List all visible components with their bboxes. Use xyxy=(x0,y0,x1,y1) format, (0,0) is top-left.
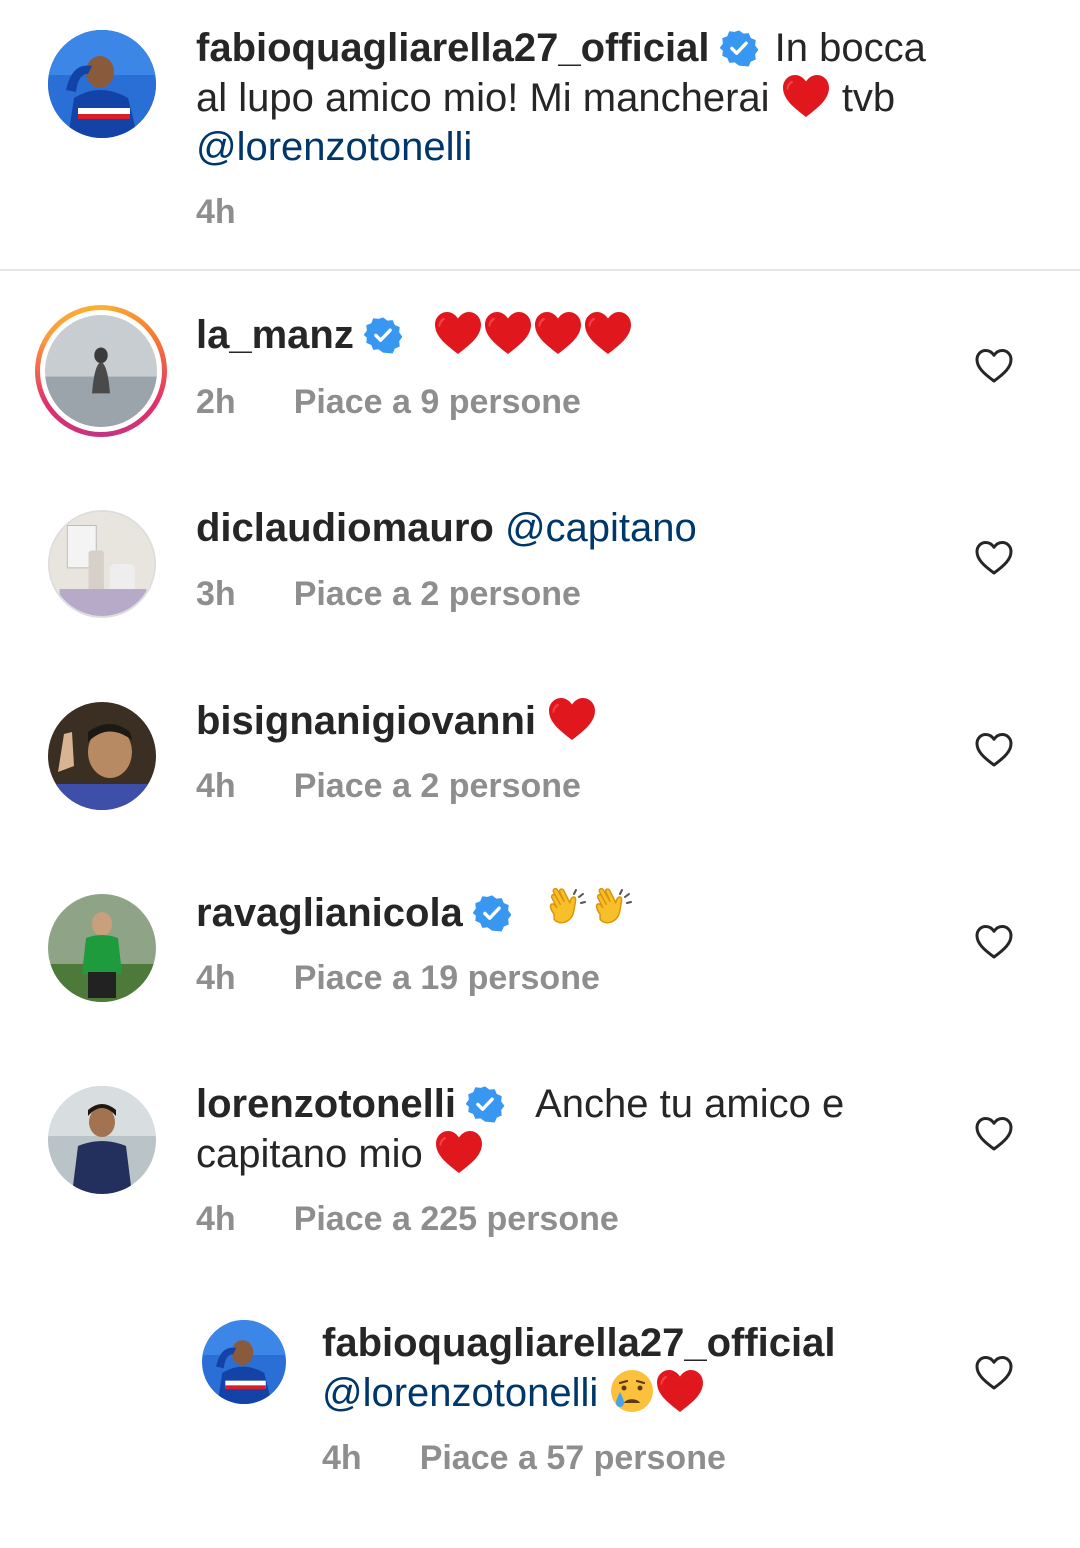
comment-likes[interactable]: Piace a 225 persone xyxy=(294,1200,619,1238)
caption-mention[interactable]: @lorenzotonelli xyxy=(196,125,472,169)
caption: fabioquagliarella27_official In bocca al… xyxy=(196,24,960,172)
comment-emoji xyxy=(544,891,636,935)
comment: la_manz xyxy=(196,310,960,360)
comment-meta: 4h Piace a 2 persone xyxy=(196,767,581,806)
comment: diclaudiomauro @capitano xyxy=(196,504,960,553)
comment-time: 4h xyxy=(196,959,236,997)
comment: bisignanigiovanni xyxy=(196,696,960,746)
heart-emoji-icon xyxy=(781,73,831,119)
heart-emoji-icon xyxy=(583,310,633,356)
comment-time: 2h xyxy=(196,383,236,421)
reply-mention[interactable]: @lorenzotonelli xyxy=(322,1371,598,1415)
crying-face-icon xyxy=(609,1368,655,1414)
comment-emoji xyxy=(433,313,633,357)
heart-emoji-icon xyxy=(655,1368,705,1414)
comment-time: 4h xyxy=(196,1200,236,1238)
caption-meta: 4h xyxy=(196,193,236,232)
comment-username[interactable]: ravaglianicola xyxy=(196,891,463,935)
comment-username[interactable]: la_manz xyxy=(196,313,354,357)
comment-mention[interactable]: @capitano xyxy=(505,506,697,550)
heart-emoji-icon xyxy=(433,310,483,356)
comment-username[interactable]: bisignanigiovanni xyxy=(196,699,536,743)
comment: ravaglianicola xyxy=(196,888,960,938)
caption-text: fabioquagliarella27_official In bocca al… xyxy=(196,24,960,172)
like-heart-icon[interactable] xyxy=(974,538,1014,578)
divider xyxy=(0,269,1080,271)
avatar-image xyxy=(48,30,156,138)
verified-icon xyxy=(473,894,511,932)
comment-username[interactable]: diclaudiomauro xyxy=(196,506,494,550)
clapping-hands-icon xyxy=(590,888,636,934)
avatar-image xyxy=(50,512,154,616)
verified-icon xyxy=(720,29,758,67)
verified-icon xyxy=(364,316,402,354)
comment-likes[interactable]: Piace a 2 persone xyxy=(294,767,581,805)
caption-body-end: tvb xyxy=(841,76,896,120)
comment-likes[interactable]: Piace a 2 persone xyxy=(294,575,581,613)
avatar-image xyxy=(202,1320,286,1404)
avatar-story-ring[interactable] xyxy=(35,305,167,437)
reply-meta: 4h Piace a 57 persone xyxy=(322,1439,726,1478)
reply-time: 4h xyxy=(322,1439,362,1477)
heart-emoji-icon xyxy=(483,310,533,356)
caption-username[interactable]: fabioquagliarella27_official xyxy=(196,26,710,70)
comment-likes[interactable]: Piace a 9 persone xyxy=(294,383,581,421)
avatar-image xyxy=(48,702,156,810)
heart-emoji-icon xyxy=(533,310,583,356)
verified-icon xyxy=(466,1085,504,1123)
reply-likes[interactable]: Piace a 57 persone xyxy=(420,1439,726,1477)
comment-time: 4h xyxy=(196,767,236,805)
reply-username[interactable]: fabioquagliarella27_official xyxy=(322,1321,836,1365)
avatar-image xyxy=(48,894,156,1002)
comment-meta: 4h Piace a 225 persone xyxy=(196,1200,619,1239)
avatar[interactable] xyxy=(48,1086,156,1194)
like-heart-icon[interactable] xyxy=(974,346,1014,386)
avatar[interactable] xyxy=(202,1320,286,1404)
comment-meta: 2h Piace a 9 persone xyxy=(196,383,581,422)
comment-body-end: capitano mio xyxy=(196,1132,423,1176)
caption-time: 4h xyxy=(196,193,236,231)
avatar-image xyxy=(45,315,157,427)
reply: fabioquagliarella27_official @lorenzoton… xyxy=(322,1319,960,1418)
comment-username[interactable]: lorenzotonelli xyxy=(196,1082,456,1126)
comment-meta: 3h Piace a 2 persone xyxy=(196,575,581,614)
avatar[interactable] xyxy=(48,30,156,138)
avatar[interactable] xyxy=(48,894,156,1002)
comment-body: Anche tu amico e xyxy=(535,1082,845,1126)
avatar[interactable] xyxy=(48,510,156,618)
like-heart-icon[interactable] xyxy=(974,1114,1014,1154)
comment: lorenzotonelli Anche tu amico e capitano… xyxy=(196,1080,960,1179)
like-heart-icon[interactable] xyxy=(974,922,1014,962)
comment-meta: 4h Piace a 19 persone xyxy=(196,959,600,998)
clapping-hands-icon xyxy=(544,888,590,934)
comment-time: 3h xyxy=(196,575,236,613)
avatar-image xyxy=(48,1086,156,1194)
heart-emoji-icon xyxy=(547,696,597,742)
comment-likes[interactable]: Piace a 19 persone xyxy=(294,959,600,997)
like-heart-icon[interactable] xyxy=(974,730,1014,770)
like-heart-icon[interactable] xyxy=(974,1353,1014,1393)
heart-emoji-icon xyxy=(434,1129,484,1175)
avatar[interactable] xyxy=(48,702,156,810)
